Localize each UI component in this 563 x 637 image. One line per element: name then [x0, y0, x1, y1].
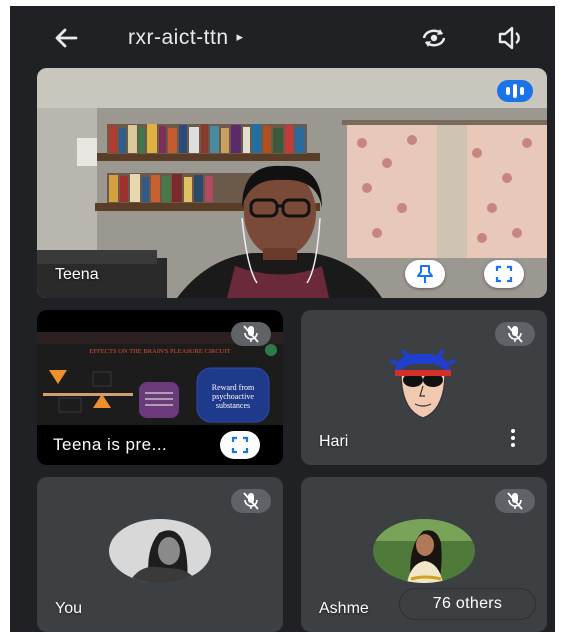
slide-box-line-2: psychoactive	[212, 392, 254, 401]
participant-name-you: You	[55, 600, 82, 617]
meeting-code[interactable]: rxr-aict-ttn ▸	[128, 26, 244, 50]
presentation-tile[interactable]: EFFECTS ON THE BRAIN'S PLEASURE CIRCUIT …	[37, 310, 283, 465]
slide-heading: EFFECTS ON THE BRAIN'S PLEASURE CIRCUIT	[90, 348, 231, 355]
participant-tile-you[interactable]: You	[37, 477, 283, 632]
presentation-footer: Teena is pre...	[37, 425, 283, 465]
avatar-you	[109, 519, 211, 583]
more-vert-icon[interactable]	[509, 429, 517, 451]
presentation-fullscreen-button[interactable]	[220, 431, 260, 459]
slide-box-line-3: substances	[216, 401, 250, 410]
others-count-button[interactable]: 76 others	[399, 588, 536, 620]
mic-off-icon	[495, 322, 535, 346]
main-video-tile[interactable]: Teena	[37, 68, 547, 298]
caret-right-icon: ▸	[236, 29, 244, 44]
fullscreen-button[interactable]	[484, 260, 524, 288]
pin-icon	[417, 265, 433, 283]
fullscreen-icon	[231, 436, 249, 454]
participant-name-hari: Hari	[319, 433, 349, 450]
mic-off-icon	[231, 322, 271, 346]
avatar-ashme	[373, 519, 475, 583]
meet-screen: rxr-aict-ttn ▸ Teena EFFECTS ON THE BRAI…	[10, 6, 555, 632]
audio-level-icon	[497, 80, 533, 102]
arrow-left-icon[interactable]	[50, 22, 82, 54]
pin-button[interactable]	[405, 260, 445, 288]
participant-name-ashme: Ashme	[319, 600, 369, 617]
mic-off-icon	[495, 489, 535, 513]
switch-camera-icon[interactable]	[418, 24, 450, 52]
speaker-icon[interactable]	[496, 24, 528, 52]
mic-off-icon	[231, 489, 271, 513]
avatar-hari	[389, 350, 457, 419]
main-participant-name: Teena	[55, 266, 99, 283]
slide-box-line-1: Reward from	[212, 383, 255, 392]
fullscreen-icon	[495, 265, 513, 283]
meeting-code-text: rxr-aict-ttn	[128, 26, 229, 49]
presentation-label: Teena is pre...	[53, 435, 168, 454]
video-feed	[37, 68, 547, 298]
participant-tile-hari[interactable]: Hari	[301, 310, 547, 465]
top-bar: rxr-aict-ttn ▸	[10, 6, 555, 68]
